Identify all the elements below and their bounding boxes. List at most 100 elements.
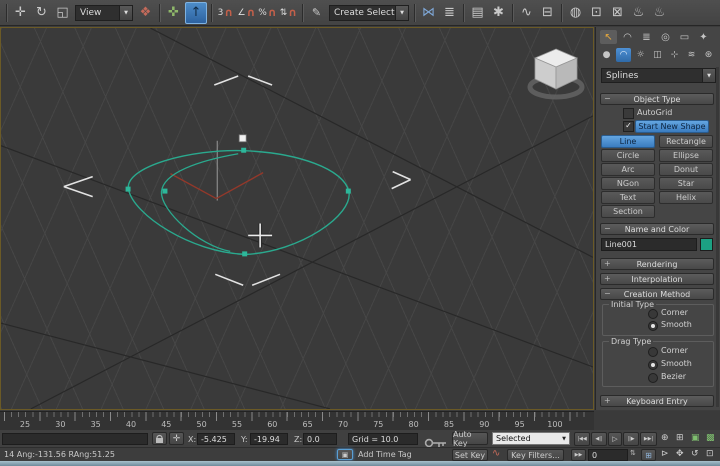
object-type-ellipse-button[interactable]: Ellipse: [659, 149, 713, 162]
key-mode-toggle[interactable]: ▶▶: [571, 449, 586, 461]
percent-snap-icon[interactable]: %∩: [258, 3, 277, 23]
frame-spinner[interactable]: ⇅: [630, 449, 636, 457]
object-type-helix-button[interactable]: Helix: [659, 191, 713, 204]
initial-smooth-radio[interactable]: [648, 321, 658, 331]
rollout-creation-method[interactable]: − Creation Method: [600, 288, 714, 300]
zoom-extents-icon[interactable]: ▣: [691, 433, 700, 443]
coord-x-field[interactable]: -5.425: [197, 433, 235, 445]
spline-curve-inner[interactable]: [161, 154, 238, 252]
reference-coordinate-dropdown[interactable]: View ▼: [75, 5, 133, 21]
rollout-object-type[interactable]: − Object Type: [600, 93, 714, 105]
autogrid-checkbox[interactable]: [623, 108, 634, 119]
object-type-line-button[interactable]: Line: [601, 135, 655, 148]
object-type-circle-button[interactable]: Circle: [601, 149, 655, 162]
set-key-button[interactable]: Set Key: [452, 449, 488, 461]
category-systems-icon[interactable]: ⊛: [701, 48, 716, 62]
angle-snap-icon[interactable]: ∠∩: [237, 3, 256, 23]
next-frame-button[interactable]: ||▶: [623, 432, 639, 446]
object-name-field[interactable]: Line001: [601, 238, 697, 251]
shape-category-dropdown[interactable]: Splines ▼: [601, 68, 716, 83]
absolute-mode-transform-icon[interactable]: ✛: [169, 432, 184, 445]
lock-selection-icon[interactable]: [152, 432, 167, 445]
current-vertex[interactable]: [239, 135, 246, 142]
coord-z-field[interactable]: 0.0: [303, 433, 337, 445]
object-type-ngon-button[interactable]: NGon: [601, 177, 655, 190]
spinner-snap-icon[interactable]: ⇅∩: [279, 3, 298, 23]
coord-y-field[interactable]: -19.94: [250, 433, 288, 445]
chevron-down-icon[interactable]: ▼: [702, 69, 715, 82]
auto-key-button[interactable]: Auto Key: [452, 432, 488, 445]
chevron-down-icon[interactable]: ▼: [395, 6, 408, 20]
curve-editor-icon[interactable]: ∿: [517, 3, 536, 23]
named-selection-set-dropdown[interactable]: Create Selection Se ▼: [329, 5, 409, 21]
timeline-ruler[interactable]: 253035404550556065707580859095100: [0, 411, 594, 432]
use-pivot-center-icon[interactable]: ❖: [136, 3, 155, 23]
align-icon[interactable]: ≣: [440, 3, 459, 23]
rollout-interpolation[interactable]: + Interpolation: [600, 273, 714, 285]
rollout-rendering[interactable]: + Rendering: [600, 258, 714, 270]
chevron-down-icon[interactable]: ▼: [119, 6, 132, 20]
snaps-toggle-3d-icon[interactable]: 3∩: [216, 3, 235, 23]
spline-curve-outer[interactable]: [128, 151, 349, 255]
initial-corner-radio[interactable]: [648, 309, 658, 319]
render-production-teapot-icon[interactable]: ♨: [629, 3, 648, 23]
add-time-tag[interactable]: Add Time Tag: [358, 450, 412, 459]
drag-bezier-radio[interactable]: [648, 373, 658, 383]
schematic-view-icon[interactable]: ⊟: [538, 3, 557, 23]
tab-motion[interactable]: ◎: [657, 30, 674, 44]
play-button[interactable]: ▷: [608, 432, 622, 446]
object-type-donut-button[interactable]: Donut: [659, 163, 713, 176]
panel-scrollbar[interactable]: [716, 67, 719, 407]
category-shapes-icon[interactable]: ◠: [616, 48, 631, 62]
graphite-toolbox-icon[interactable]: ✱: [489, 3, 508, 23]
drag-corner-radio[interactable]: [648, 347, 658, 357]
key-filters-button[interactable]: Key Filters...: [507, 449, 564, 461]
object-color-swatch[interactable]: [700, 238, 713, 251]
select-move-icon[interactable]: ✛: [11, 3, 30, 23]
select-scale-icon[interactable]: ◱: [53, 3, 72, 23]
render-setup-icon[interactable]: ⊡: [587, 3, 606, 23]
object-type-star-button[interactable]: Star: [659, 177, 713, 190]
category-geometry-icon[interactable]: ●: [599, 48, 614, 62]
prompt-line-toggle-icon[interactable]: ▣: [337, 449, 353, 460]
set-key-filters-curve-icon[interactable]: ∿: [492, 448, 500, 459]
maxscript-mini-listener[interactable]: [2, 433, 148, 445]
tab-create[interactable]: ↖: [600, 30, 617, 44]
zoom-tool-icon[interactable]: ⊕: [661, 433, 669, 443]
mirror-icon[interactable]: ⋈: [419, 3, 438, 23]
object-type-section-button[interactable]: Section: [601, 205, 655, 218]
drag-smooth-radio[interactable]: [648, 360, 658, 370]
tab-display[interactable]: ▭: [676, 30, 693, 44]
select-manipulate-icon[interactable]: ✜: [164, 3, 183, 23]
selection-filter-dropdown[interactable]: Selected ▼: [492, 432, 570, 445]
select-rotate-icon[interactable]: ↻: [32, 3, 51, 23]
tab-utilities[interactable]: ✦: [695, 30, 712, 44]
object-type-arc-button[interactable]: Arc: [601, 163, 655, 176]
go-to-start-button[interactable]: |◀◀: [574, 432, 590, 446]
field-of-view-icon[interactable]: ⊳: [661, 449, 669, 459]
rendered-frame-window-icon[interactable]: ⊠: [608, 3, 627, 23]
chevron-down-icon[interactable]: ▼: [562, 436, 566, 442]
orbit-icon[interactable]: ↺: [691, 449, 699, 459]
start-new-shape-checkbox[interactable]: ✓: [623, 121, 634, 132]
zoom-extents-all-icon[interactable]: ▩: [706, 433, 715, 443]
maximize-viewport-icon[interactable]: ⊡: [706, 449, 714, 459]
object-type-rectangle-button[interactable]: Rectangle: [659, 135, 713, 148]
material-editor-icon[interactable]: ◍: [566, 3, 585, 23]
keyboard-override-toggle[interactable]: ↑: [185, 2, 207, 24]
time-configuration-icon[interactable]: ⊞: [641, 449, 656, 461]
render-iterative-teapot-icon[interactable]: ♨: [650, 3, 669, 23]
layer-manager-icon[interactable]: ▤: [468, 3, 487, 23]
category-spacewarps-icon[interactable]: ≋: [684, 48, 699, 62]
object-type-text-button[interactable]: Text: [601, 191, 655, 204]
tab-modify[interactable]: ◠: [619, 30, 636, 44]
tab-hierarchy[interactable]: ≣: [638, 30, 655, 44]
category-lights-icon[interactable]: ☼: [633, 48, 648, 62]
viewcube-cube[interactable]: [535, 49, 577, 89]
edit-named-selection-sets-icon[interactable]: ✎: [307, 3, 326, 23]
go-to-end-button[interactable]: ▶▶|: [640, 432, 657, 446]
category-helpers-icon[interactable]: ⊹: [667, 48, 682, 62]
current-frame-field[interactable]: 0: [588, 449, 628, 461]
previous-frame-button[interactable]: ◀||: [591, 432, 607, 446]
start-new-shape-button[interactable]: Start New Shape: [635, 120, 709, 133]
